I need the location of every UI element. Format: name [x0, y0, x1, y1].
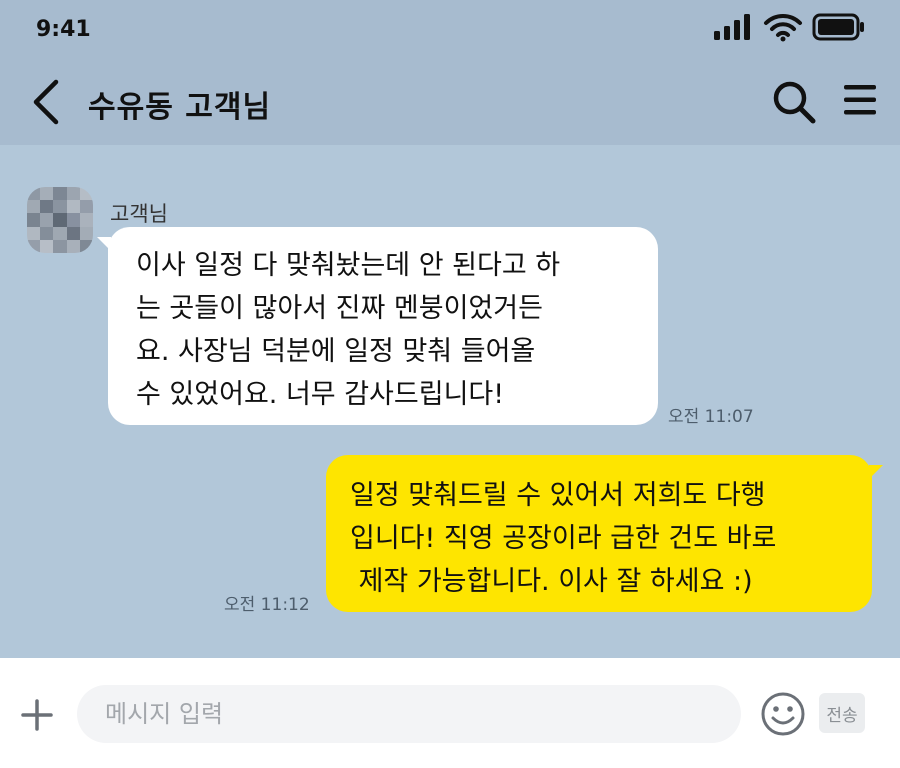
message-line: 수 있었어요. 너무 감사드립니다!: [136, 379, 505, 410]
message-line: 는 곳들이 많아서 진짜 멘붕이었거든: [136, 293, 543, 324]
signal-icon: [714, 14, 750, 40]
sender-name: 고객님: [110, 202, 168, 226]
message-timestamp: 오전 11:07: [668, 407, 754, 427]
status-time: 9:41: [36, 17, 91, 42]
status-bar: 9:41: [0, 0, 900, 62]
send-button[interactable]: 전송: [819, 693, 865, 733]
search-icon[interactable]: [770, 78, 818, 126]
chat-header: 수유동 고객님: [0, 62, 900, 145]
message-line: 요. 사장님 덕분에 일정 맞춰 들어올: [136, 336, 536, 367]
message-line: 제작 가능합니다. 이사 잘 하세요 :): [350, 566, 753, 597]
back-icon[interactable]: [28, 78, 62, 126]
avatar[interactable]: [27, 187, 93, 253]
outgoing-message-bubble[interactable]: 일정 맞춰드릴 수 있어서 저희도 다행 입니다! 직영 공장이라 급한 건도 …: [326, 455, 883, 612]
message-line: 입니다! 직영 공장이라 급한 건도 바로: [350, 523, 777, 554]
message-timestamp: 오전 11:12: [224, 595, 310, 615]
battery-icon: [812, 13, 864, 41]
message-input[interactable]: [77, 685, 741, 743]
wifi-icon: [764, 13, 802, 42]
input-bar: 전송: [0, 658, 900, 768]
plus-icon[interactable]: [20, 698, 54, 732]
menu-icon[interactable]: [842, 82, 878, 118]
message-line: 이사 일정 다 맞춰놨는데 안 된다고 하: [136, 250, 561, 281]
chat-title: 수유동 고객님: [88, 90, 272, 125]
incoming-message-bubble[interactable]: 이사 일정 다 맞춰놨는데 안 된다고 하 는 곳들이 많아서 진짜 멘붕이었거…: [97, 227, 658, 425]
emoji-icon[interactable]: [760, 691, 806, 737]
message-line: 일정 맞춰드릴 수 있어서 저희도 다행: [350, 480, 766, 511]
